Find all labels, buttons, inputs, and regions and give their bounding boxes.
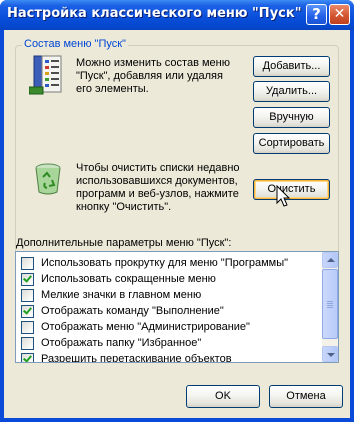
scroll-down-button[interactable] bbox=[322, 346, 338, 362]
clear-description-line-2: использовавшихся документов, bbox=[76, 175, 238, 187]
start-menu-group-label: Состав меню "Пуск" bbox=[22, 38, 128, 50]
dialog-window: Настройка классического меню "Пуск" ? ✕ … bbox=[0, 0, 354, 422]
checkmark-icon bbox=[23, 353, 32, 362]
clear-description-line-1: Чтобы очистить списки недавно bbox=[76, 162, 240, 174]
option-label: Мелкие значки в главном меню bbox=[41, 289, 202, 301]
option-checkbox[interactable] bbox=[21, 337, 34, 350]
option-checkbox[interactable] bbox=[21, 321, 34, 334]
option-label: Использовать сокращенные меню bbox=[41, 273, 216, 285]
customize-description-line-1: Можно изменить состав меню bbox=[76, 57, 230, 69]
start-menu-icon bbox=[29, 55, 62, 95]
option-label: Использовать прокрутку для меню "Програм… bbox=[41, 257, 289, 269]
clear-description-line-3: программ и веб-узлов, нажмите bbox=[76, 188, 239, 200]
mouse-cursor-icon bbox=[276, 185, 291, 207]
option-label: Отображать команду "Выполнение" bbox=[41, 305, 224, 317]
recycle-bin-icon bbox=[35, 163, 61, 195]
help-button[interactable]: ? bbox=[306, 4, 327, 25]
scroll-up-button[interactable] bbox=[322, 252, 338, 268]
chevron-down-icon bbox=[327, 353, 335, 357]
option-label: Разрешить перетаскивание объектов bbox=[41, 353, 232, 363]
title-bar[interactable]: Настройка классического меню "Пуск" ? ✕ bbox=[0, 0, 354, 30]
option-checkbox[interactable] bbox=[21, 353, 34, 362]
manual-button[interactable]: Вручную bbox=[253, 107, 330, 128]
dialog-body: Состав меню "Пуск" Можно изменить состав… bbox=[4, 30, 350, 418]
chevron-up-icon bbox=[327, 258, 335, 262]
advanced-options-list[interactable]: Использовать прокрутку для меню "Програм… bbox=[15, 251, 339, 363]
option-label: Отображать папку "Избранное" bbox=[41, 337, 202, 349]
close-button[interactable]: ✕ bbox=[329, 4, 350, 25]
option-label: Отображать меню "Администрирование" bbox=[41, 321, 250, 333]
cancel-button[interactable]: Отмена bbox=[269, 385, 343, 408]
ok-button[interactable]: OK bbox=[186, 385, 260, 408]
advanced-options-label: Дополнительные параметры меню "Пуск": bbox=[16, 237, 232, 249]
customize-description-line-3: его элементы. bbox=[76, 83, 149, 95]
checkmark-icon bbox=[23, 273, 32, 283]
list-scrollbar[interactable] bbox=[322, 252, 338, 362]
add-button[interactable]: Добавить... bbox=[253, 56, 330, 77]
option-checkbox[interactable] bbox=[21, 273, 34, 286]
customize-description-line-2: "Пуск", добавляя или удаляя bbox=[76, 70, 223, 82]
option-checkbox[interactable] bbox=[21, 257, 34, 270]
scroll-thumb[interactable] bbox=[322, 269, 338, 339]
clear-description-line-4: кнопку "Очистить". bbox=[76, 201, 172, 213]
option-checkbox[interactable] bbox=[21, 289, 34, 302]
checkmark-icon bbox=[23, 305, 32, 315]
sort-button[interactable]: Сортировать bbox=[253, 133, 330, 154]
window-title: Настройка классического меню "Пуск" bbox=[7, 6, 302, 21]
remove-button[interactable]: Удалить... bbox=[253, 81, 330, 102]
option-checkbox[interactable] bbox=[21, 305, 34, 318]
